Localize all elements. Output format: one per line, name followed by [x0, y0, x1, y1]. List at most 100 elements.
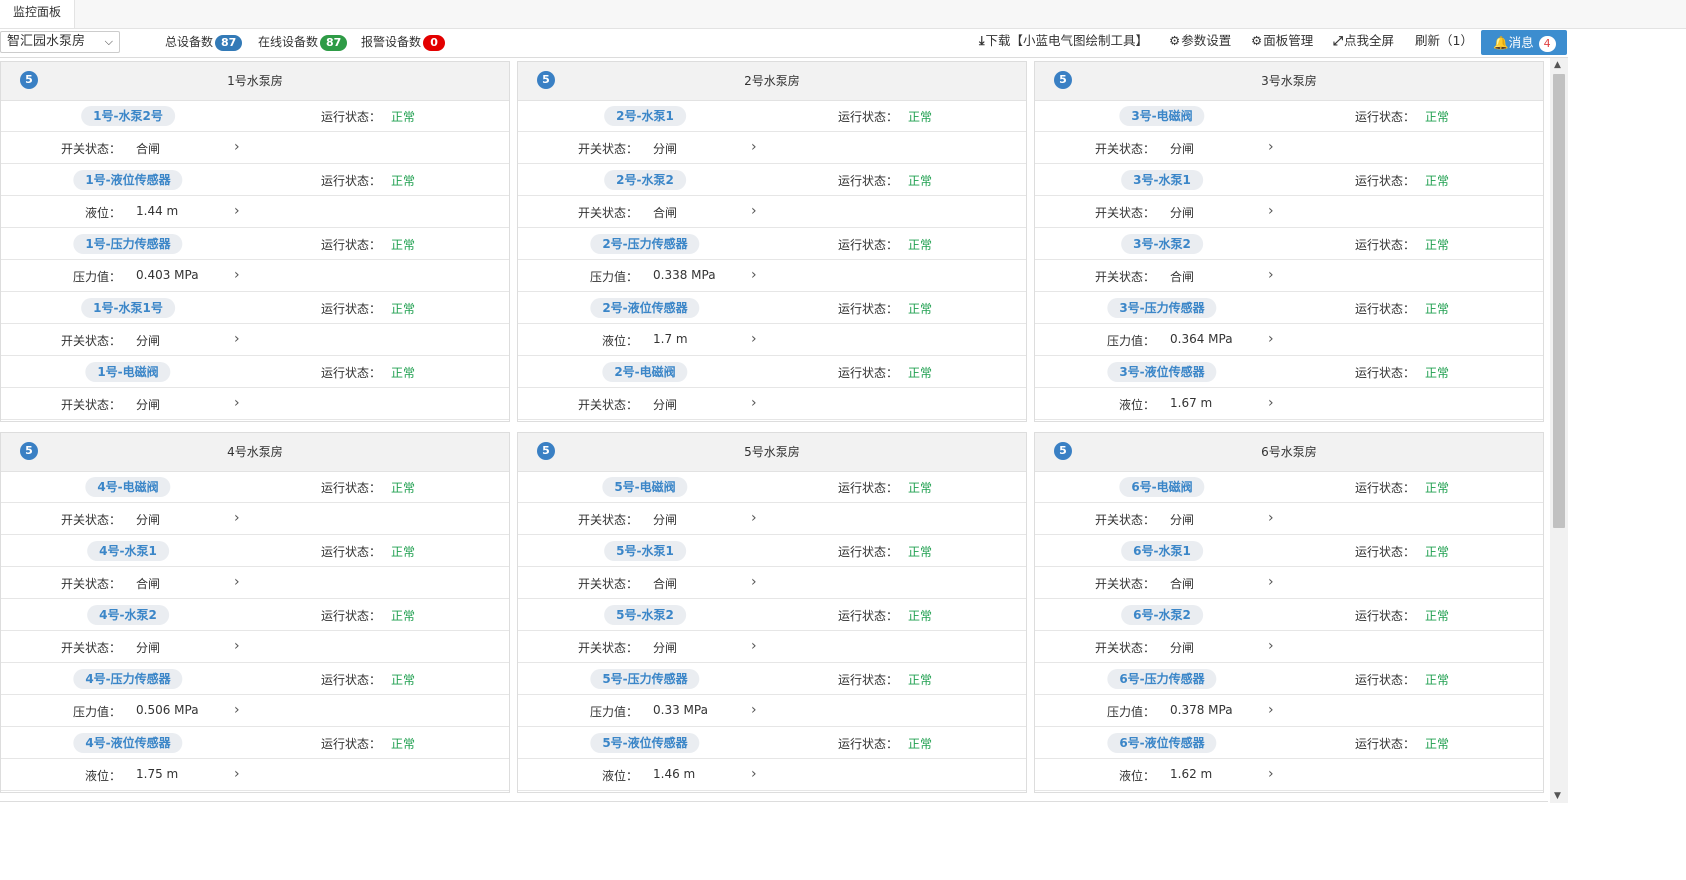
device-value-row[interactable]: 压力值： 0.506 MPa › [1, 695, 509, 727]
device-name-tag[interactable]: 5号-压力传感器 [590, 669, 700, 689]
device-name-tag[interactable]: 6号-电磁阀 [1119, 477, 1205, 497]
device-value-row[interactable]: 压力值： 0.338 MPa › [518, 260, 1026, 292]
tab-monitor-panel[interactable]: 监控面板 [0, 0, 76, 28]
device-name-tag[interactable]: 5号-电磁阀 [602, 477, 688, 497]
device-value-row[interactable]: 压力值： 0.403 MPa › [1, 260, 509, 292]
device-name-tag[interactable]: 5号-液位传感器 [590, 733, 700, 753]
message-button[interactable]: 🔔消息 4 [1481, 30, 1567, 55]
device-value-row[interactable]: 开关状态： 分闸 › [1035, 503, 1543, 535]
device-name-tag[interactable]: 5号-水泵2 [604, 605, 686, 625]
scrollbar[interactable]: ▲ ▼ [1550, 58, 1568, 803]
device-value-row[interactable]: 开关状态： 分闸 › [1, 388, 509, 420]
chevron-right-icon[interactable]: › [1268, 203, 1274, 219]
device-value-row[interactable]: 开关状态： 分闸 › [518, 388, 1026, 420]
download-link[interactable]: ⤓下载【小蓝电气图绘制工具】 [979, 33, 1148, 49]
device-name-tag[interactable]: 2号-液位传感器 [590, 298, 700, 318]
chevron-right-icon[interactable]: › [751, 331, 757, 347]
device-value-row[interactable]: 压力值： 0.364 MPa › [1035, 324, 1543, 356]
chevron-right-icon[interactable]: › [751, 574, 757, 590]
device-name-tag[interactable]: 6号-水泵2 [1121, 605, 1203, 625]
device-value-row[interactable]: 液位： 1.7 m › [518, 324, 1026, 356]
device-value-row[interactable]: 压力值： 0.378 MPa › [1035, 695, 1543, 727]
device-value-row[interactable]: 液位： 1.75 m › [1, 759, 509, 791]
chevron-right-icon[interactable]: › [751, 139, 757, 155]
chevron-right-icon[interactable]: › [751, 766, 757, 782]
device-name-tag[interactable]: 3号-水泵2 [1121, 234, 1203, 254]
device-name-tag[interactable]: 4号-水泵1 [87, 541, 169, 561]
device-value-row[interactable]: 液位： 1.67 m › [1035, 388, 1543, 420]
device-name-tag[interactable]: 3号-水泵1 [1121, 170, 1203, 190]
device-name-tag[interactable]: 4号-电磁阀 [85, 477, 171, 497]
device-value-row[interactable]: 开关状态： 合闸 › [518, 196, 1026, 228]
device-value-row[interactable]: 开关状态： 合闸 › [1, 132, 509, 164]
device-name-tag[interactable]: 6号-水泵1 [1121, 541, 1203, 561]
chevron-right-icon[interactable]: › [1268, 702, 1274, 718]
device-value-row[interactable]: 开关状态： 合闸 › [1, 567, 509, 599]
chevron-right-icon[interactable]: › [234, 267, 240, 283]
chevron-right-icon[interactable]: › [234, 331, 240, 347]
device-name-tag[interactable]: 4号-液位传感器 [73, 733, 183, 753]
device-value-row[interactable]: 开关状态： 合闸 › [1035, 260, 1543, 292]
device-value-row[interactable]: 开关状态： 分闸 › [1, 503, 509, 535]
device-value-row[interactable]: 开关状态： 分闸 › [1, 324, 509, 356]
device-name-tag[interactable]: 1号-液位传感器 [73, 170, 183, 190]
device-name-tag[interactable]: 3号-电磁阀 [1119, 106, 1205, 126]
chevron-right-icon[interactable]: › [751, 395, 757, 411]
device-value-row[interactable]: 压力值： 0.33 MPa › [518, 695, 1026, 727]
device-name-tag[interactable]: 4号-压力传感器 [73, 669, 183, 689]
pump-room-select[interactable]: 智汇园水泵房 ⌵ [0, 31, 120, 53]
chevron-right-icon[interactable]: › [751, 638, 757, 654]
device-value-row[interactable]: 液位： 1.46 m › [518, 759, 1026, 791]
chevron-right-icon[interactable]: › [1268, 139, 1274, 155]
device-value-row[interactable]: 开关状态： 分闸 › [518, 132, 1026, 164]
device-name-tag[interactable]: 2号-压力传感器 [590, 234, 700, 254]
chevron-right-icon[interactable]: › [234, 638, 240, 654]
device-value-row[interactable]: 液位： 1.44 m › [1, 196, 509, 228]
device-value-row[interactable]: 开关状态： 分闸 › [518, 631, 1026, 663]
device-name-tag[interactable]: 4号-水泵2 [87, 605, 169, 625]
chevron-right-icon[interactable]: › [234, 574, 240, 590]
chevron-right-icon[interactable]: › [1268, 331, 1274, 347]
device-name-tag[interactable]: 1号-水泵1号 [81, 298, 175, 318]
device-name-tag[interactable]: 1号-水泵2号 [81, 106, 175, 126]
chevron-right-icon[interactable]: › [751, 510, 757, 526]
device-name-tag[interactable]: 3号-液位传感器 [1107, 362, 1217, 382]
device-name-tag[interactable]: 6号-液位传感器 [1107, 733, 1217, 753]
device-value-row[interactable]: 开关状态： 分闸 › [1035, 132, 1543, 164]
chevron-right-icon[interactable]: › [234, 766, 240, 782]
device-value-row[interactable]: 开关状态： 合闸 › [518, 567, 1026, 599]
fullscreen-button[interactable]: ⤢点我全屏 [1333, 33, 1394, 49]
chevron-right-icon[interactable]: › [1268, 510, 1274, 526]
device-name-tag[interactable]: 6号-压力传感器 [1107, 669, 1217, 689]
device-name-tag[interactable]: 2号-水泵2 [604, 170, 686, 190]
panel-manage-button[interactable]: ⚙面板管理 [1251, 33, 1313, 49]
device-name-tag[interactable]: 2号-水泵1 [604, 106, 686, 126]
device-value-row[interactable]: 液位： 1.62 m › [1035, 759, 1543, 791]
chevron-right-icon[interactable]: › [1268, 766, 1274, 782]
device-value-row[interactable]: 开关状态： 分闸 › [1035, 196, 1543, 228]
scrollbar-thumb[interactable] [1553, 74, 1565, 528]
chevron-right-icon[interactable]: › [234, 702, 240, 718]
scroll-up-icon[interactable]: ▲ [1554, 60, 1561, 70]
chevron-right-icon[interactable]: › [234, 395, 240, 411]
chevron-right-icon[interactable]: › [234, 203, 240, 219]
chevron-right-icon[interactable]: › [234, 510, 240, 526]
chevron-right-icon[interactable]: › [751, 203, 757, 219]
device-value-row[interactable]: 开关状态： 分闸 › [1035, 631, 1543, 663]
device-name-tag[interactable]: 1号-电磁阀 [85, 362, 171, 382]
device-name-tag[interactable]: 3号-压力传感器 [1107, 298, 1217, 318]
device-value-row[interactable]: 开关状态： 分闸 › [518, 503, 1026, 535]
device-name-tag[interactable]: 1号-压力传感器 [73, 234, 183, 254]
device-name-tag[interactable]: 2号-电磁阀 [602, 362, 688, 382]
refresh-button[interactable]: 刷新（1） [1415, 33, 1473, 49]
device-name-tag[interactable]: 5号-水泵1 [604, 541, 686, 561]
chevron-right-icon[interactable]: › [1268, 574, 1274, 590]
chevron-right-icon[interactable]: › [1268, 638, 1274, 654]
chevron-right-icon[interactable]: › [751, 702, 757, 718]
chevron-right-icon[interactable]: › [1268, 395, 1274, 411]
chevron-right-icon[interactable]: › [1268, 267, 1274, 283]
chevron-right-icon[interactable]: › [234, 139, 240, 155]
device-value-row[interactable]: 开关状态： 合闸 › [1035, 567, 1543, 599]
chevron-right-icon[interactable]: › [751, 267, 757, 283]
scroll-down-icon[interactable]: ▼ [1554, 791, 1561, 801]
